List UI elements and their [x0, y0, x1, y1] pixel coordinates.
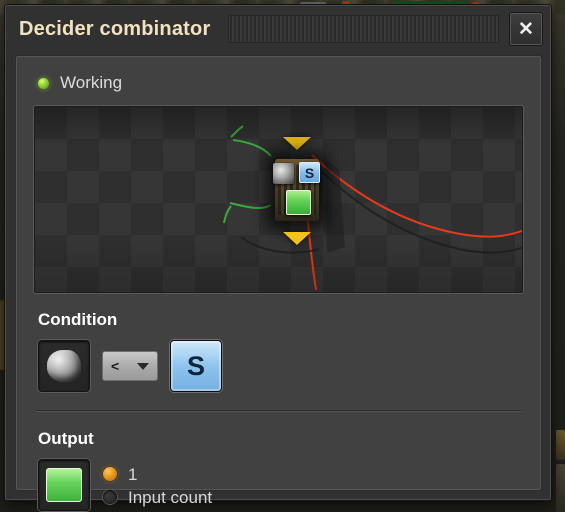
stone-signal-icon — [273, 163, 294, 184]
red-wire-right — [311, 154, 522, 238]
chevron-down-icon — [137, 362, 149, 370]
window-content-panel: Working S Condition < S Output 1 Input c… — [15, 55, 542, 511]
green-signal-icon — [286, 190, 311, 215]
status-led-icon — [38, 77, 49, 89]
condition-heading: Condition — [38, 310, 118, 329]
section-divider — [36, 410, 521, 412]
comparator-value: < — [111, 358, 120, 374]
close-icon: ✕ — [518, 18, 534, 40]
decider-combinator-window: Decider combinator ✕ Working S Condition… — [4, 4, 552, 511]
window-titlebar: Decider combinator ✕ — [5, 5, 551, 53]
output-option-one[interactable]: 1 — [103, 466, 212, 483]
close-button[interactable]: ✕ — [509, 12, 543, 46]
entity-shadow-body — [325, 159, 345, 253]
first-signal-button[interactable] — [38, 340, 90, 392]
green-wire-upper-tail — [230, 125, 244, 138]
decider-combinator-entity: S — [267, 137, 327, 245]
output-row: 1 Input count — [38, 459, 523, 511]
status-label: Working — [60, 73, 123, 92]
entity-preview[interactable]: S — [34, 106, 523, 293]
output-arrow-icon — [283, 232, 311, 245]
output-value-options: 1 Input count — [103, 465, 212, 506]
output-option-input-count-label: Input count — [128, 487, 213, 507]
window-title: Decider combinator — [19, 17, 211, 40]
stone-item-icon — [47, 350, 81, 382]
green-wire-lower-tail — [223, 205, 232, 224]
second-signal-button[interactable]: S — [170, 340, 222, 392]
radio-icon-unselected — [103, 490, 117, 504]
input-arrow-icon — [283, 137, 311, 150]
s-signal-icon: S — [299, 162, 320, 183]
comparator-dropdown[interactable]: < — [102, 351, 158, 381]
green-signal-icon — [46, 468, 82, 502]
status-row: Working — [38, 70, 523, 96]
world-decor-right-a — [556, 430, 565, 460]
output-heading: Output — [38, 429, 94, 448]
condition-row: < S — [38, 340, 523, 392]
world-decor-right-b — [556, 464, 565, 512]
output-option-input-count[interactable]: Input count — [103, 489, 212, 506]
green-wire-upper — [232, 139, 272, 157]
output-option-one-label: 1 — [128, 464, 138, 484]
window-drag-handle[interactable] — [228, 15, 499, 43]
green-wire-lower — [229, 202, 272, 210]
output-signal-button[interactable] — [38, 459, 90, 511]
radio-icon-selected — [103, 467, 117, 481]
